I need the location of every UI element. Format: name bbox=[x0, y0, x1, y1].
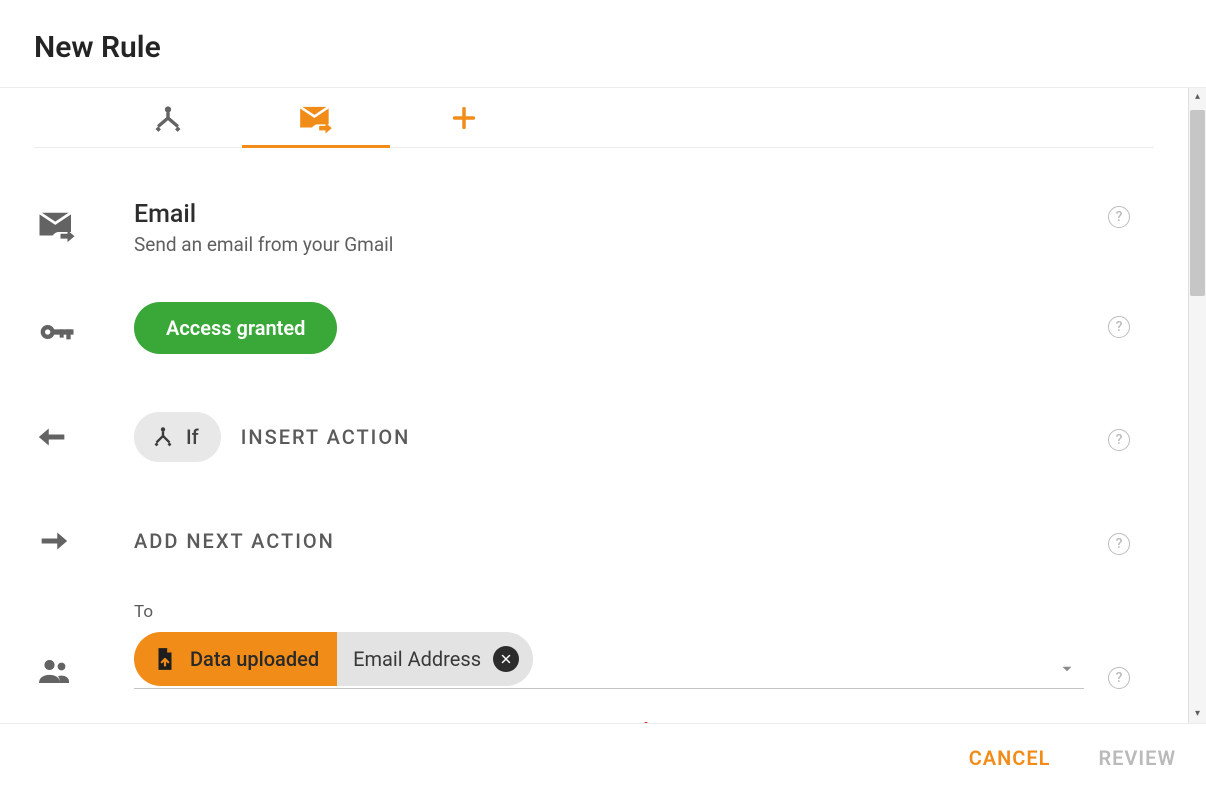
scroll-area: Email Send an email from your Gmail ? bbox=[0, 88, 1206, 723]
dialog-footer: CANCEL REVIEW bbox=[0, 723, 1206, 791]
help-icon[interactable]: ? bbox=[1108, 206, 1130, 228]
to-row-icon bbox=[34, 621, 134, 689]
email-row: Email Send an email from your Gmail ? bbox=[34, 200, 1154, 256]
tab-email[interactable] bbox=[242, 88, 390, 147]
if-condition-pill[interactable]: If bbox=[134, 412, 221, 462]
trigger-icon bbox=[151, 101, 185, 135]
to-chip-field: Email Address bbox=[337, 632, 533, 686]
email-forward-icon bbox=[297, 99, 335, 137]
email-row-body: Email Send an email from your Gmail bbox=[134, 200, 1084, 256]
help-icon[interactable]: ? bbox=[1108, 316, 1130, 338]
insert-action-label[interactable]: INSERT ACTION bbox=[241, 425, 411, 449]
email-help-wrap: ? bbox=[1084, 200, 1154, 228]
if-label: If bbox=[186, 425, 199, 449]
scrollbar[interactable]: ▴ ▾ bbox=[1188, 88, 1206, 723]
to-chip-field-label: Email Address bbox=[353, 647, 481, 671]
email-desc: Send an email from your Gmail bbox=[134, 233, 1084, 256]
access-row-icon bbox=[34, 302, 134, 352]
add-next-action[interactable]: ADD NEXT ACTION bbox=[134, 529, 335, 553]
help-icon[interactable]: ? bbox=[1108, 667, 1130, 689]
people-icon bbox=[36, 653, 72, 689]
to-row-body: To Data uploaded bbox=[134, 602, 1084, 689]
remove-chip-icon[interactable] bbox=[493, 646, 519, 672]
scroll-down-icon[interactable]: ▾ bbox=[1189, 705, 1206, 723]
previous-row-body: If INSERT ACTION bbox=[134, 412, 1084, 462]
previous-action-row: If INSERT ACTION ? bbox=[34, 412, 1154, 462]
previous-help-wrap: ? bbox=[1084, 423, 1154, 451]
review-button: REVIEW bbox=[1098, 746, 1176, 770]
dialog-header: New Rule bbox=[0, 0, 1206, 87]
access-row-body: Access granted bbox=[134, 302, 1084, 354]
branch-icon bbox=[150, 424, 176, 450]
to-field[interactable]: Data uploaded Email Address bbox=[134, 632, 1084, 689]
next-row-icon bbox=[34, 524, 134, 558]
email-row-icon bbox=[34, 200, 134, 246]
scroll-up-icon[interactable]: ▴ bbox=[1189, 88, 1206, 106]
envelope-forward-icon bbox=[36, 204, 78, 246]
to-help-wrap: ? bbox=[1084, 627, 1154, 689]
access-help-wrap: ? bbox=[1084, 302, 1154, 338]
email-title: Email bbox=[134, 200, 1084, 229]
access-granted-chip[interactable]: Access granted bbox=[134, 302, 337, 354]
dialog-title: New Rule bbox=[34, 30, 1206, 65]
to-label: To bbox=[134, 602, 1084, 622]
next-row-body: ADD NEXT ACTION bbox=[134, 529, 1084, 553]
plus-icon bbox=[450, 104, 478, 132]
to-chip[interactable]: Data uploaded Email Address bbox=[134, 632, 533, 686]
chevron-down-icon bbox=[1058, 660, 1076, 678]
scroll-thumb[interactable] bbox=[1190, 110, 1205, 296]
arrow-left-icon bbox=[36, 420, 70, 454]
key-icon bbox=[36, 312, 76, 352]
to-dropdown-icon[interactable] bbox=[1058, 660, 1076, 682]
tab-add[interactable] bbox=[390, 88, 538, 147]
to-chip-source-label: Data uploaded bbox=[190, 647, 319, 671]
help-icon[interactable]: ? bbox=[1108, 429, 1130, 451]
previous-row-icon bbox=[34, 420, 134, 454]
file-upload-icon bbox=[152, 646, 178, 672]
annotation-arrow bbox=[602, 722, 712, 723]
help-icon[interactable]: ? bbox=[1108, 533, 1130, 555]
access-granted-label: Access granted bbox=[166, 316, 305, 340]
new-rule-dialog: New Rule bbox=[0, 0, 1206, 791]
cancel-button[interactable]: CANCEL bbox=[969, 746, 1051, 770]
next-help-wrap: ? bbox=[1084, 527, 1154, 555]
tab-trigger[interactable] bbox=[94, 88, 242, 147]
next-action-row: ADD NEXT ACTION ? bbox=[34, 524, 1154, 558]
tab-bar bbox=[34, 88, 1154, 148]
to-row: To Data uploaded bbox=[34, 602, 1154, 689]
arrow-right-icon bbox=[36, 524, 70, 558]
content: Email Send an email from your Gmail ? bbox=[0, 88, 1188, 723]
to-chip-source: Data uploaded bbox=[134, 632, 337, 686]
x-icon bbox=[500, 653, 512, 665]
access-row: Access granted ? bbox=[34, 302, 1154, 354]
